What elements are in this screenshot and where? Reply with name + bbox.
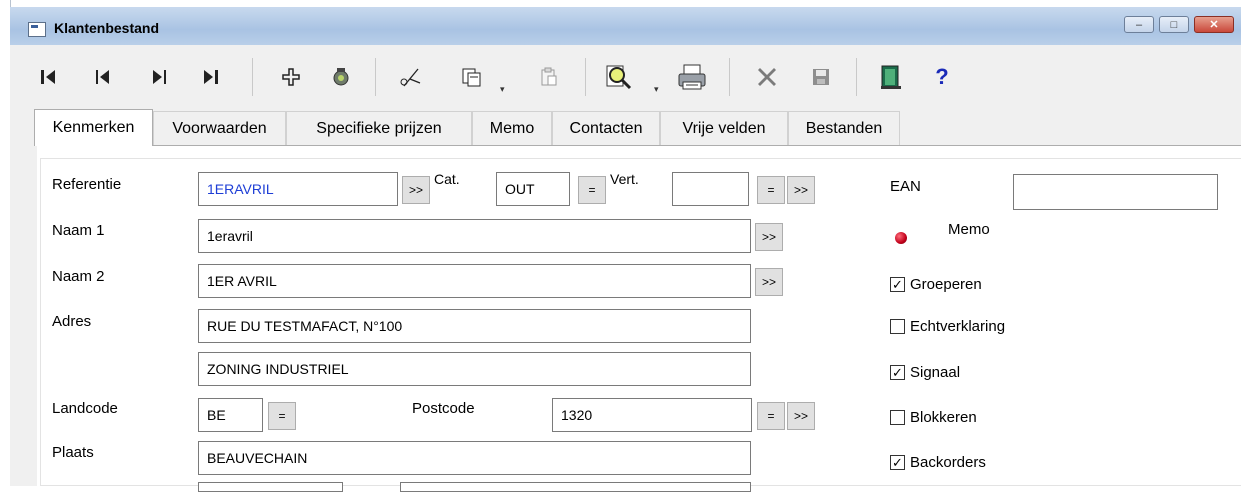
groeperen-check-icon: ✓ <box>890 277 905 292</box>
groeperen-label: Groeperen <box>910 276 982 293</box>
blokkeren-checkbox[interactable]: Blokkeren <box>890 409 977 426</box>
previous-record-icon <box>96 70 109 84</box>
window-app-icon <box>28 22 46 37</box>
cat-field[interactable]: OUT <box>496 172 570 206</box>
postcode-lookup-button[interactable]: >> <box>787 402 815 430</box>
memo-indicator-icon <box>895 232 907 244</box>
cut-button[interactable] <box>396 62 426 92</box>
toolbar-separator <box>729 58 730 96</box>
landcode-label: Landcode <box>52 400 118 417</box>
tab-vrije-velden[interactable]: Vrije velden <box>660 111 788 146</box>
memo-label: Memo <box>948 221 990 238</box>
referentie-label: Referentie <box>52 176 122 193</box>
vert-field[interactable] <box>672 172 749 206</box>
save-button[interactable] <box>806 62 836 92</box>
blokkeren-check-box <box>890 410 905 425</box>
copy-icon <box>462 68 481 87</box>
postcode-label: Postcode <box>412 400 475 417</box>
referentie-lookup-button[interactable]: >> <box>402 176 430 204</box>
tab-specifieke-prijzen[interactable]: Specifieke prijzen <box>286 111 472 146</box>
vert-label: Vert. <box>610 171 639 187</box>
signaal-check-icon: ✓ <box>890 365 905 380</box>
tab-contacten[interactable]: Contacten <box>552 111 660 146</box>
landcode-equals-button[interactable]: = <box>268 402 296 430</box>
next-record-icon <box>153 70 166 84</box>
signaal-checkbox[interactable]: ✓ Signaal <box>890 364 960 381</box>
vert-lookup-button[interactable]: >> <box>787 176 815 204</box>
naam2-lookup-button[interactable]: >> <box>755 268 783 296</box>
tab-kenmerken[interactable]: Kenmerken <box>34 109 153 146</box>
print-button[interactable] <box>672 62 712 92</box>
recycle-button[interactable] <box>326 62 356 92</box>
adres-line2-field[interactable]: ZONING INDUSTRIEL <box>198 352 751 386</box>
toolbar-separator <box>585 58 586 96</box>
copy-dropdown-arrow[interactable]: ▾ <box>500 84 505 95</box>
echtverklaring-checkbox[interactable]: Echtverklaring <box>890 318 1005 335</box>
close-button[interactable]: ✕ <box>1194 16 1234 33</box>
title-bar <box>10 7 1241 45</box>
echtverklaring-label: Echtverklaring <box>910 318 1006 335</box>
referentie-field[interactable]: 1ERAVRIL <box>198 172 398 206</box>
add-icon <box>282 68 300 86</box>
last-record-icon <box>204 70 218 84</box>
exit-icon <box>881 65 901 89</box>
signaal-label: Signaal <box>910 364 961 381</box>
naam2-label: Naam 2 <box>52 268 105 285</box>
plaats-field[interactable]: BEAUVECHAIN <box>198 441 751 475</box>
ean-field[interactable] <box>1013 174 1218 210</box>
naam1-lookup-button[interactable]: >> <box>755 223 783 251</box>
window-title: Klantenbestand <box>54 20 160 36</box>
landcode-field[interactable]: BE <box>198 398 263 432</box>
cat-label: Cat. <box>434 171 460 187</box>
recycle-icon <box>333 68 349 86</box>
cut-icon <box>400 68 421 87</box>
previous-record-button[interactable] <box>88 62 118 92</box>
postcode-field[interactable]: 1320 <box>552 398 752 432</box>
paste-icon <box>541 67 557 86</box>
tab-bestanden[interactable]: Bestanden <box>788 111 900 146</box>
blokkeren-label: Blokkeren <box>910 409 977 426</box>
next-record-button[interactable] <box>144 62 174 92</box>
backorders-check-icon: ✓ <box>890 455 905 470</box>
search-button[interactable] <box>602 62 636 92</box>
help-icon: ? <box>935 64 949 89</box>
minimize-button[interactable]: – <box>1124 16 1154 33</box>
last-record-button[interactable] <box>196 62 226 92</box>
add-record-button[interactable] <box>276 62 306 92</box>
delete-button[interactable] <box>750 62 784 92</box>
backorders-checkbox[interactable]: ✓ Backorders <box>890 454 986 471</box>
naam1-field[interactable]: 1eravril <box>198 219 751 253</box>
postcode-equals-button[interactable]: = <box>757 402 785 430</box>
search-icon <box>606 65 632 90</box>
echtverklaring-check-box <box>890 319 905 334</box>
copy-button[interactable] <box>456 62 486 92</box>
vert-equals-button[interactable]: = <box>757 176 785 204</box>
cat-equals-button[interactable]: = <box>578 176 606 204</box>
backorders-label: Backorders <box>910 454 986 471</box>
ean-label: EAN <box>890 178 921 195</box>
save-icon <box>813 69 829 85</box>
groeperen-checkbox[interactable]: ✓ Groeperen <box>890 276 982 293</box>
toolbar-separator <box>375 58 376 96</box>
naam2-field[interactable]: 1ER AVRIL <box>198 264 751 298</box>
help-button[interactable]: ? <box>930 62 954 92</box>
first-record-icon <box>41 70 55 84</box>
adres-line1-field[interactable]: RUE DU TESTMAFACT, N°100 <box>198 309 751 343</box>
maximize-button[interactable]: □ <box>1159 16 1189 33</box>
naam1-label: Naam 1 <box>52 222 105 239</box>
paste-button[interactable] <box>534 62 564 92</box>
exit-button[interactable] <box>874 62 908 92</box>
next-row-field-2[interactable] <box>400 482 751 492</box>
search-dropdown-arrow[interactable]: ▾ <box>654 84 659 95</box>
toolbar-separator <box>252 58 253 96</box>
next-row-field[interactable] <box>198 482 343 492</box>
adres-label: Adres <box>52 313 92 330</box>
tab-memo[interactable]: Memo <box>472 111 552 146</box>
plaats-label: Plaats <box>52 444 94 461</box>
tab-voorwaarden[interactable]: Voorwaarden <box>153 111 286 146</box>
first-record-button[interactable] <box>34 62 64 92</box>
toolbar-separator <box>856 58 857 96</box>
print-icon <box>678 64 706 90</box>
delete-icon <box>758 68 776 86</box>
